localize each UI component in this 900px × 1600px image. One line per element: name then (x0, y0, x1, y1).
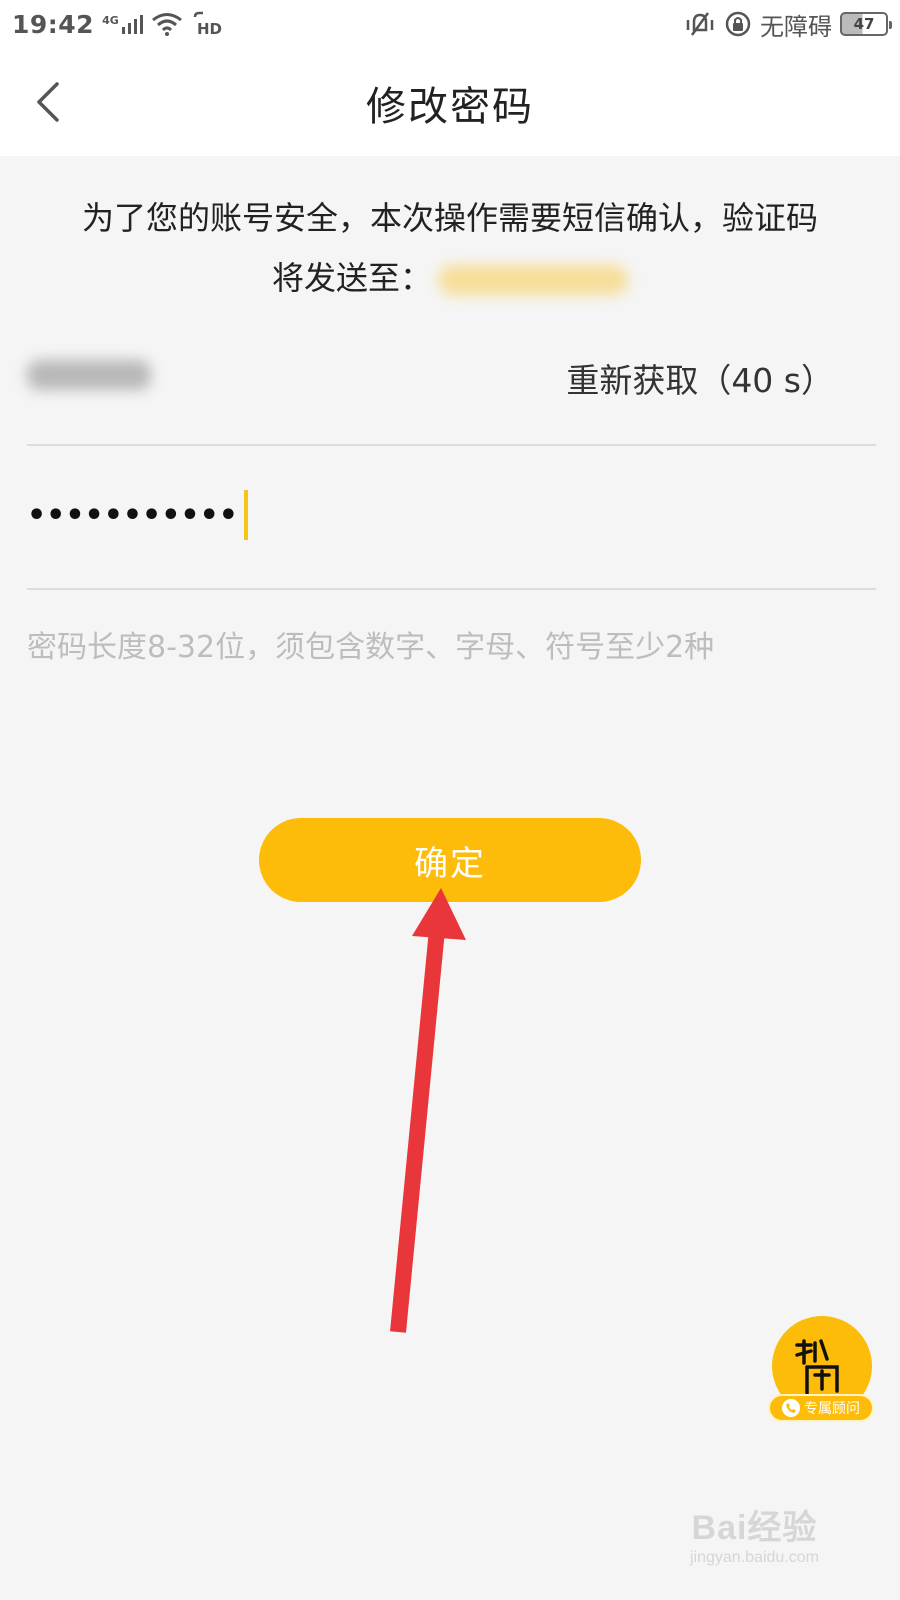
password-hint: 密码长度8-32位，须包含数字、字母、符号至少2种 (27, 630, 715, 665)
blurred-phone-number (438, 265, 628, 295)
verification-code-field[interactable] (27, 360, 151, 390)
accessibility-label: 无障碍 (760, 12, 832, 41)
text-cursor (243, 490, 248, 540)
battery-level: 47 (853, 15, 875, 33)
advisor-label: 专属顾问 (804, 1401, 860, 1417)
sms-notice: 为了您的账号安全，本次操作需要短信确认，验证码 将发送至： (40, 188, 860, 308)
phone-icon (782, 1399, 800, 1417)
resend-code-button[interactable]: 重新获取（40 s） (566, 354, 834, 402)
signal-icon (121, 13, 143, 35)
advisor-badge: 专属顾问 (768, 1394, 874, 1422)
page-title: 修改密码 (366, 84, 534, 130)
password-value: ••••••••••• (27, 497, 238, 533)
password-field[interactable]: ••••••••••• (27, 490, 248, 540)
watermark-url: jingyan.baidu.com (690, 1549, 819, 1566)
verification-code-row: 重新获取（40 s） (27, 330, 876, 446)
hd-call-icon: HD (191, 11, 225, 37)
vibrate-icon (684, 10, 716, 38)
header: 修改密码 (0, 48, 900, 156)
wifi-icon (151, 12, 183, 36)
status-right: 无障碍 47 (684, 7, 892, 42)
advisor-float-button[interactable]: 专属顾问 (768, 1316, 876, 1426)
notice-line-1: 为了您的账号安全，本次操作需要短信确认，验证码 (81, 199, 818, 237)
rotation-lock-icon (724, 10, 752, 38)
battery-icon: 47 (840, 12, 892, 36)
status-bar: 19:42 4G HD 无障碍 47 (0, 0, 900, 48)
notice-line-2: 将发送至： (271, 259, 432, 297)
watermark-brand: Bai经验 (691, 1509, 818, 1547)
network-type-label: 4G (102, 13, 119, 27)
hd-label: HD (197, 20, 222, 37)
confirm-button[interactable]: 确定 (259, 818, 641, 902)
password-row: ••••••••••• (27, 446, 876, 590)
status-left: 19:42 4G HD (12, 10, 225, 39)
notice-line-2-wrap: 将发送至： (40, 248, 860, 308)
baidu-jingyan-watermark: Bai经验 jingyan.baidu.com (690, 1500, 819, 1567)
status-time: 19:42 (12, 9, 95, 39)
advisor-logo-icon (795, 1339, 839, 1395)
